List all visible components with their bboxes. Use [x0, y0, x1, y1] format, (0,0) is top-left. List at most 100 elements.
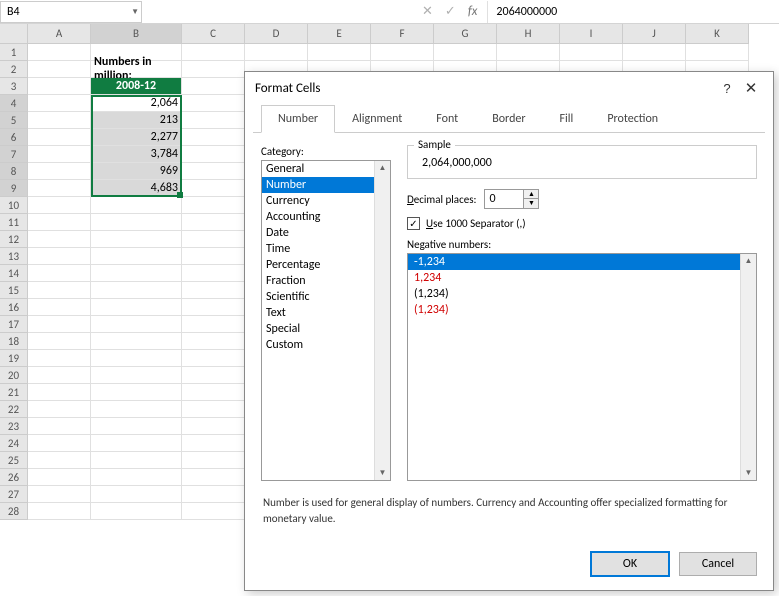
cell-B25[interactable] [91, 452, 182, 469]
cell-C23[interactable] [182, 418, 245, 435]
cell-A25[interactable] [28, 452, 91, 469]
category-item-fraction[interactable]: Fraction [262, 273, 390, 289]
negative-item-3[interactable]: (1,234) [408, 302, 756, 318]
category-item-general[interactable]: General [262, 161, 390, 177]
col-head-a[interactable]: A [28, 24, 91, 44]
tab-alignment[interactable]: Alignment [335, 105, 419, 133]
cell-A7[interactable] [28, 146, 91, 163]
row-head-16[interactable]: 16 [0, 299, 28, 316]
cell-A27[interactable] [28, 486, 91, 503]
category-item-text[interactable]: Text [262, 305, 390, 321]
cell-C13[interactable] [182, 248, 245, 265]
cell-A22[interactable] [28, 401, 91, 418]
cell-A21[interactable] [28, 384, 91, 401]
tab-number[interactable]: Number [261, 105, 335, 133]
tab-border[interactable]: Border [475, 105, 542, 133]
negative-item-0[interactable]: -1,234 [408, 254, 756, 270]
cell-B12[interactable] [91, 231, 182, 248]
negative-item-2[interactable]: (1,234) [408, 286, 756, 302]
category-item-custom[interactable]: Custom [262, 337, 390, 353]
help-icon[interactable]: ? [715, 81, 739, 96]
cell-B23[interactable] [91, 418, 182, 435]
cell-A17[interactable] [28, 316, 91, 333]
cell-C18[interactable] [182, 333, 245, 350]
cell-C4[interactable] [182, 95, 245, 112]
cell-B5[interactable]: 213 [91, 112, 182, 129]
col-head-j[interactable]: J [623, 24, 686, 44]
cell-C16[interactable] [182, 299, 245, 316]
cell-B19[interactable] [91, 350, 182, 367]
fx-icon[interactable]: fx [468, 4, 478, 19]
col-head-g[interactable]: G [434, 24, 497, 44]
cell-C24[interactable] [182, 435, 245, 452]
cell-A5[interactable] [28, 112, 91, 129]
cell-A8[interactable] [28, 163, 91, 180]
row-head-10[interactable]: 10 [0, 197, 28, 214]
cell-J1[interactable] [623, 44, 686, 61]
row-head-19[interactable]: 19 [0, 350, 28, 367]
cell-C7[interactable] [182, 146, 245, 163]
cell-C17[interactable] [182, 316, 245, 333]
row-head-24[interactable]: 24 [0, 435, 28, 452]
tab-font[interactable]: Font [419, 105, 475, 133]
select-all-corner[interactable] [0, 24, 28, 44]
row-head-13[interactable]: 13 [0, 248, 28, 265]
cell-C15[interactable] [182, 282, 245, 299]
row-head-8[interactable]: 8 [0, 163, 28, 180]
cell-A12[interactable] [28, 231, 91, 248]
cell-A2[interactable] [28, 61, 91, 78]
cell-B22[interactable] [91, 401, 182, 418]
cell-B4[interactable]: 2,064 [91, 95, 182, 112]
ok-button[interactable]: OK [591, 552, 669, 576]
cell-C21[interactable] [182, 384, 245, 401]
cell-A6[interactable] [28, 129, 91, 146]
row-head-27[interactable]: 27 [0, 486, 28, 503]
cell-C1[interactable] [182, 44, 245, 61]
row-head-20[interactable]: 20 [0, 367, 28, 384]
row-head-18[interactable]: 18 [0, 333, 28, 350]
row-head-6[interactable]: 6 [0, 129, 28, 146]
cell-B7[interactable]: 3,784 [91, 146, 182, 163]
cell-B3[interactable]: 2008-12 [91, 78, 182, 95]
row-head-2[interactable]: 2 [0, 61, 28, 78]
cell-A14[interactable] [28, 265, 91, 282]
row-head-9[interactable]: 9 [0, 180, 28, 197]
scrollbar[interactable]: ▲▼ [374, 161, 390, 480]
row-head-23[interactable]: 23 [0, 418, 28, 435]
cancel-icon[interactable]: ✕ [422, 4, 433, 19]
cell-A18[interactable] [28, 333, 91, 350]
cell-B24[interactable] [91, 435, 182, 452]
cell-B17[interactable] [91, 316, 182, 333]
close-icon[interactable]: ✕ [739, 79, 763, 97]
cell-C28[interactable] [182, 503, 245, 520]
cell-C9[interactable] [182, 180, 245, 197]
cell-A19[interactable] [28, 350, 91, 367]
negative-numbers-listbox[interactable]: -1,2341,234(1,234)(1,234)▲▼ [407, 253, 757, 481]
chevron-up-icon[interactable]: ▲ [745, 256, 753, 266]
scrollbar[interactable]: ▲▼ [740, 254, 756, 480]
tab-fill[interactable]: Fill [543, 105, 591, 133]
cell-E1[interactable] [308, 44, 371, 61]
row-head-11[interactable]: 11 [0, 214, 28, 231]
cell-A28[interactable] [28, 503, 91, 520]
category-item-time[interactable]: Time [262, 241, 390, 257]
chevron-down-icon[interactable]: ▼ [745, 468, 753, 478]
decimal-input[interactable] [484, 189, 524, 209]
cell-B20[interactable] [91, 367, 182, 384]
cancel-button[interactable]: Cancel [679, 552, 757, 576]
cell-A24[interactable] [28, 435, 91, 452]
cell-A15[interactable] [28, 282, 91, 299]
cell-B14[interactable] [91, 265, 182, 282]
cell-B6[interactable]: 2,277 [91, 129, 182, 146]
formula-bar[interactable]: 2064000000 [487, 1, 779, 23]
cell-G1[interactable] [434, 44, 497, 61]
cell-C5[interactable] [182, 112, 245, 129]
cell-C14[interactable] [182, 265, 245, 282]
cell-C25[interactable] [182, 452, 245, 469]
category-item-special[interactable]: Special [262, 321, 390, 337]
cell-B11[interactable] [91, 214, 182, 231]
spin-down-icon[interactable]: ▼ [524, 199, 538, 208]
category-item-number[interactable]: Number [262, 177, 390, 193]
row-head-12[interactable]: 12 [0, 231, 28, 248]
tab-protection[interactable]: Protection [590, 105, 675, 133]
